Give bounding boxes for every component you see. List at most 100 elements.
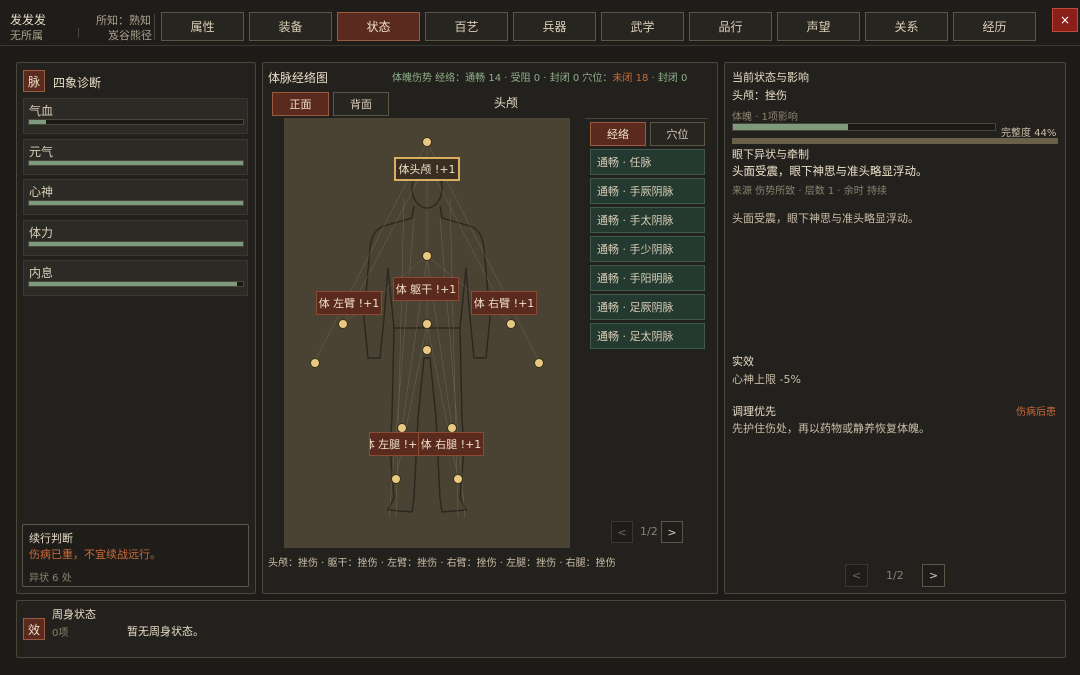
detail-prev-page-button[interactable]: < bbox=[845, 564, 868, 587]
anomaly-headline: 头面受震，眼下神思与准头略显浮动。 bbox=[732, 164, 928, 178]
detail-page-indicator: 1/2 bbox=[886, 569, 904, 582]
list-divider bbox=[585, 118, 708, 119]
tab-conduct[interactable]: 品行 bbox=[689, 12, 772, 41]
acupoint-node[interactable] bbox=[422, 319, 432, 329]
stat-bar bbox=[28, 160, 244, 166]
region-left-leg-label[interactable]: 体 左腿 !+1 bbox=[369, 432, 419, 456]
meridian-title: 体脉经络图 bbox=[268, 71, 329, 85]
tab-status[interactable]: 状态 bbox=[337, 12, 420, 41]
region-left-arm-label[interactable]: 体 左臂 !+1 bbox=[316, 291, 382, 315]
divider bbox=[154, 14, 155, 40]
meridian-item-shouyangming[interactable]: 通畅 · 手阳明脉 bbox=[590, 265, 705, 291]
tab-martial-arts[interactable]: 武学 bbox=[601, 12, 684, 41]
impact-count: 体魄 · 1项影响 bbox=[732, 112, 798, 123]
stat-qixue: 气血 bbox=[23, 98, 248, 134]
diagnosis-title: 四象诊断 bbox=[53, 76, 102, 90]
priority-description: 先护住伤处，再以药物或静养恢复体魄。 bbox=[732, 422, 930, 435]
acupoint-node[interactable] bbox=[310, 358, 320, 368]
stat-fill bbox=[29, 242, 243, 246]
body-status-title: 周身状态 bbox=[52, 608, 96, 621]
meridian-item-shoutaiyin[interactable]: 通畅 · 手太阴脉 bbox=[590, 207, 705, 233]
acupoint-list-tab[interactable]: 穴位 bbox=[650, 122, 705, 146]
acupoint-node[interactable] bbox=[534, 358, 544, 368]
meridian-item-zutaiyin[interactable]: 通畅 · 足太阴脉 bbox=[590, 323, 705, 349]
anomaly-source: 来源 伤势所致 · 层数 1 · 余时 持续 bbox=[732, 186, 887, 197]
judgement-title: 续行判断 bbox=[29, 532, 73, 545]
tab-reputation[interactable]: 声望 bbox=[777, 12, 860, 41]
meridian-list-tab[interactable]: 经络 bbox=[590, 122, 646, 146]
pulse-badge: 脉 bbox=[23, 70, 45, 92]
stat-xinshen: 心神 bbox=[23, 179, 248, 215]
effect-badge: 效 bbox=[23, 618, 45, 640]
detail-subtitle: 头颅：挫伤 bbox=[732, 89, 787, 102]
detail-next-page-button[interactable]: > bbox=[922, 564, 945, 587]
acupoint-node[interactable] bbox=[391, 474, 401, 484]
priority-title: 调理优先 bbox=[732, 405, 776, 418]
meridian-item-shoujueyin[interactable]: 通畅 · 手厥阴脉 bbox=[590, 178, 705, 204]
meridian-item-shoushaoyin[interactable]: 通畅 · 手少阴脉 bbox=[590, 236, 705, 262]
status-prefix: 体魄伤势 经络：通畅 14 · 受阻 0 · 封闭 0 穴位： bbox=[392, 73, 613, 84]
divider bbox=[78, 28, 79, 38]
tab-history[interactable]: 经历 bbox=[953, 12, 1036, 41]
back-view-button[interactable]: 背面 bbox=[333, 92, 389, 116]
integrity-bar bbox=[732, 123, 996, 131]
acupoint-node[interactable] bbox=[453, 474, 463, 484]
body-status-empty: 暂无周身状态。 bbox=[127, 625, 204, 638]
stat-fill bbox=[29, 161, 243, 165]
region-head-label[interactable]: 体头颅 !+1 bbox=[394, 157, 460, 181]
meridian-next-page-button[interactable]: > bbox=[661, 521, 683, 543]
meridian-prev-page-button[interactable]: < bbox=[611, 521, 633, 543]
meridian-summary-status: 体魄伤势 经络：通畅 14 · 受阻 0 · 封闭 0 穴位：未闭 18 · 封… bbox=[392, 69, 687, 84]
stat-label: 心神 bbox=[29, 185, 54, 199]
anomaly-count: 异状 6 处 bbox=[29, 573, 72, 584]
region-torso-label[interactable]: 体 躯干 !+1 bbox=[393, 277, 459, 301]
stat-bar bbox=[28, 281, 244, 287]
top-bar: 发发发 无所属 所知：熟知 岌谷熊径 属性 装备 状态 百艺 兵器 武学 品行 … bbox=[0, 0, 1080, 46]
stat-fill bbox=[29, 120, 47, 124]
acupoint-node[interactable] bbox=[422, 345, 432, 355]
body-silhouette bbox=[310, 137, 544, 519]
stat-label: 体力 bbox=[29, 226, 54, 240]
selected-region-title: 头颅 bbox=[494, 96, 519, 110]
close-button[interactable]: × bbox=[1052, 8, 1078, 32]
meridian-page-indicator: 1/2 bbox=[640, 525, 658, 538]
body-status-count: 0项 bbox=[52, 628, 69, 639]
character-name: 发发发 bbox=[10, 13, 47, 27]
anomaly-description: 头面受震，眼下神思与准头略显浮动。 bbox=[732, 212, 919, 225]
known-place: 岌谷熊径 bbox=[108, 29, 152, 42]
stat-tili: 体力 bbox=[23, 220, 248, 256]
acupoint-node[interactable] bbox=[422, 137, 432, 147]
stat-fill bbox=[29, 201, 243, 205]
region-right-leg-label[interactable]: 体 右腿 !+1 bbox=[418, 432, 484, 456]
acupoint-node[interactable] bbox=[338, 319, 348, 329]
stat-yuanqi: 元气 bbox=[23, 139, 248, 175]
detail-divider bbox=[732, 138, 1058, 144]
tab-crafts[interactable]: 百艺 bbox=[425, 12, 508, 41]
meridian-item-renmai[interactable]: 通畅 · 任脉 bbox=[590, 149, 705, 175]
integrity-fill bbox=[733, 124, 849, 130]
status-suffix: · 封闭 0 bbox=[648, 73, 688, 84]
injury-summary: 头颅：挫伤 · 躯干：挫伤 · 左臂：挫伤 · 右臂：挫伤 · 左腿：挫伤 · … bbox=[268, 558, 616, 569]
stat-label: 气血 bbox=[29, 104, 54, 118]
stat-bar bbox=[28, 241, 244, 247]
body-diagram bbox=[284, 118, 570, 548]
region-right-arm-label[interactable]: 体 右臂 !+1 bbox=[471, 291, 537, 315]
front-view-button[interactable]: 正面 bbox=[272, 92, 329, 116]
acupoint-node[interactable] bbox=[506, 319, 516, 329]
tab-weapons[interactable]: 兵器 bbox=[513, 12, 596, 41]
stat-label: 内息 bbox=[29, 266, 54, 280]
stat-bar bbox=[28, 119, 244, 125]
stat-neixi: 内息 bbox=[23, 260, 248, 296]
meridian-item-zujueyin[interactable]: 通畅 · 足厥阴脉 bbox=[590, 294, 705, 320]
judgement-desc: 伤病已重，不宜续战远行。 bbox=[29, 548, 161, 561]
status-open-points: 未闭 18 bbox=[612, 73, 649, 84]
tab-attributes[interactable]: 属性 bbox=[161, 12, 244, 41]
stat-label: 元气 bbox=[29, 145, 54, 159]
anomaly-section-title: 眼下异状与牵制 bbox=[732, 148, 809, 161]
tab-relations[interactable]: 关系 bbox=[865, 12, 948, 41]
detail-title: 当前状态与影响 bbox=[732, 71, 809, 84]
character-faction: 无所属 bbox=[10, 29, 43, 42]
tab-equipment[interactable]: 装备 bbox=[249, 12, 332, 41]
acupoint-node[interactable] bbox=[422, 251, 432, 261]
stat-fill bbox=[29, 282, 237, 286]
